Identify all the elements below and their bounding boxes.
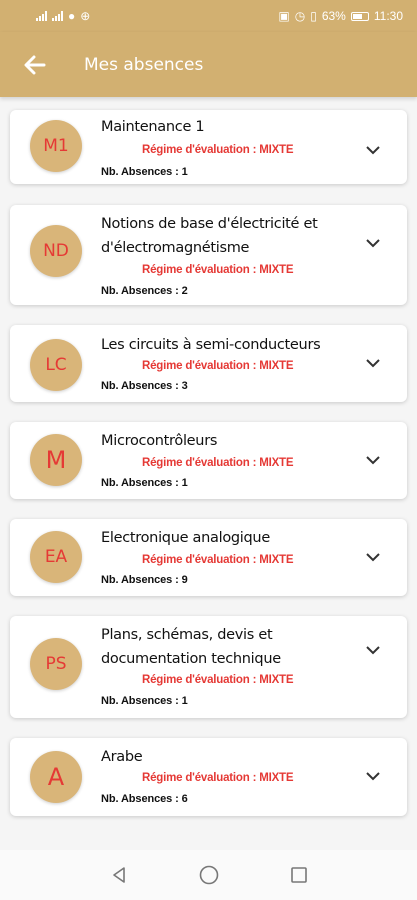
chevron-down-icon[interactable] (363, 353, 383, 373)
chevron-down-icon[interactable] (363, 640, 383, 660)
avatar: EA (30, 531, 82, 583)
vibrate-icon: ▯ (310, 9, 317, 23)
regime-label: Régime d'évaluation : MIXTE (142, 144, 294, 156)
avatar: M (30, 434, 82, 486)
message-icon: ● (68, 9, 76, 23)
signal-icon (52, 11, 63, 21)
back-button[interactable] (20, 50, 50, 80)
course-title: Maintenance 1 (101, 119, 205, 135)
course-title: Plans, schémas, devis et documentation t… (101, 627, 281, 667)
absences-count: Nb. Absences : 1 (101, 166, 188, 178)
absences-count: Nb. Absences : 2 (101, 285, 188, 297)
course-card[interactable]: EA Electronique analogique Régime d'éval… (10, 519, 407, 596)
course-card[interactable]: PS Plans, schémas, devis et documentatio… (10, 616, 407, 718)
absences-count: Nb. Absences : 1 (101, 477, 188, 489)
course-title: Microcontrôleurs (101, 433, 218, 449)
regime-label: Régime d'évaluation : MIXTE (142, 554, 294, 566)
course-title: Electronique analogique (101, 530, 270, 546)
app-bar: Mes absences (0, 32, 417, 97)
arrow-left-icon (24, 55, 46, 74)
chevron-down-icon[interactable] (363, 766, 383, 786)
regime-label: Régime d'évaluation : MIXTE (142, 264, 294, 276)
absences-count: Nb. Absences : 9 (101, 574, 188, 586)
absences-count: Nb. Absences : 1 (101, 695, 188, 707)
nfc-icon: ▣ (278, 9, 290, 23)
avatar: LC (30, 339, 82, 391)
course-title: Les circuits à semi-conducteurs (101, 337, 321, 353)
avatar: M1 (30, 120, 82, 172)
circle-home-icon (199, 865, 218, 885)
course-title: Notions de base d'électricité et d'élect… (101, 216, 318, 256)
status-right: ▣ ◷ ▯ 63% 11:30 (278, 9, 403, 23)
avatar: PS (30, 638, 82, 690)
clock: 11:30 (373, 9, 403, 23)
nav-back-button[interactable] (107, 863, 131, 887)
system-nav-bar (0, 850, 417, 900)
regime-label: Régime d'évaluation : MIXTE (142, 674, 294, 686)
regime-label: Régime d'évaluation : MIXTE (142, 457, 294, 469)
absences-count: Nb. Absences : 3 (101, 380, 188, 392)
page-title: Mes absences (84, 54, 204, 75)
absences-count: Nb. Absences : 6 (101, 793, 188, 805)
course-card[interactable]: LC Les circuits à semi-conducteurs Régim… (10, 325, 407, 402)
course-title: Arabe (101, 749, 143, 765)
course-card[interactable]: M1 Maintenance 1 Régime d'évaluation : M… (10, 110, 407, 184)
chevron-down-icon[interactable] (363, 547, 383, 567)
course-card[interactable]: M Microcontrôleurs Régime d'évaluation :… (10, 422, 407, 499)
square-recent-icon (290, 867, 307, 883)
signal-icon (36, 11, 47, 21)
avatar: ND (30, 225, 82, 277)
usb-icon: ⊕ (80, 9, 91, 23)
triangle-back-icon (112, 867, 125, 883)
status-bar: ● ⊕ ▣ ◷ ▯ 63% 11:30 (0, 0, 417, 32)
chevron-down-icon[interactable] (363, 450, 383, 470)
regime-label: Régime d'évaluation : MIXTE (142, 772, 294, 784)
course-card[interactable]: A Arabe Régime d'évaluation : MIXTE Nb. … (10, 738, 407, 816)
nav-home-button[interactable] (197, 863, 221, 887)
battery-percent: 63% (321, 9, 346, 23)
alarm-icon: ◷ (294, 9, 306, 23)
battery-icon (350, 11, 369, 21)
status-left: ● ⊕ (36, 9, 90, 23)
chevron-down-icon[interactable] (363, 140, 383, 160)
course-card[interactable]: ND Notions de base d'électricité et d'él… (10, 205, 407, 305)
chevron-down-icon[interactable] (363, 233, 383, 253)
regime-label: Régime d'évaluation : MIXTE (142, 360, 294, 372)
avatar: A (30, 751, 82, 803)
nav-recent-button[interactable] (287, 863, 311, 887)
